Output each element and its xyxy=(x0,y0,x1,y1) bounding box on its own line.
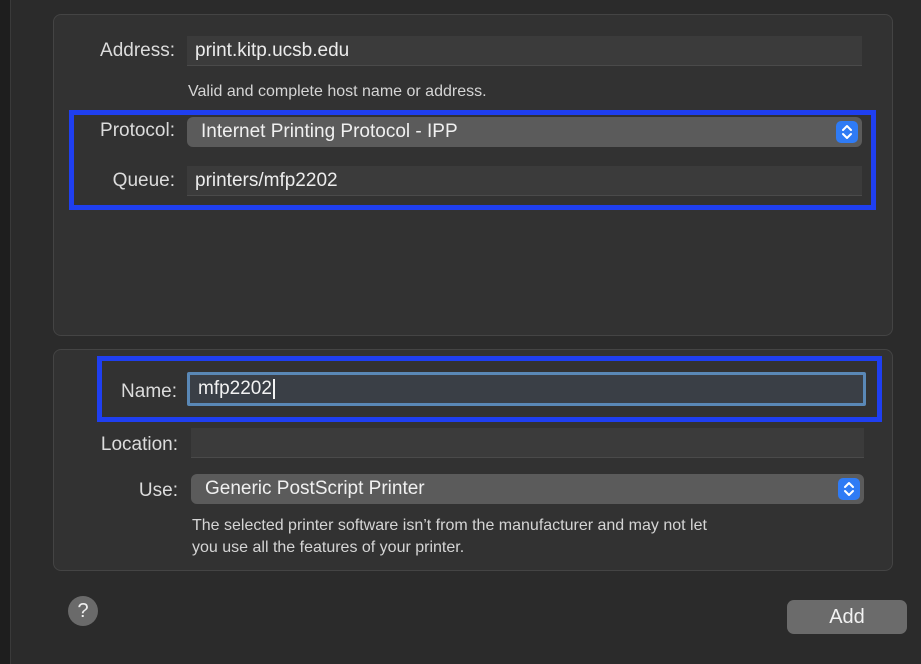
name-field[interactable]: mfp2202 xyxy=(187,372,866,406)
use-chevron-updown-icon xyxy=(838,478,860,500)
address-hint: Valid and complete host name or address. xyxy=(188,83,487,100)
protocol-chevron-updown-icon xyxy=(836,121,858,143)
use-value: Generic PostScript Printer xyxy=(205,478,425,499)
use-label: Use: xyxy=(138,480,178,501)
add-printer-window: Address: print.kitp.ucsb.edu Valid and c… xyxy=(10,0,921,664)
protocol-label: Protocol: xyxy=(100,120,175,141)
use-warning-line-2: you use all the features of your printer… xyxy=(192,539,465,556)
protocol-popup[interactable]: Internet Printing Protocol - IPP xyxy=(187,117,862,147)
use-popup[interactable]: Generic PostScript Printer xyxy=(191,474,864,504)
queue-label: Queue: xyxy=(112,170,175,191)
address-label: Address: xyxy=(100,40,175,61)
location-label: Location: xyxy=(100,434,178,455)
address-field[interactable]: print.kitp.ucsb.edu xyxy=(187,36,862,66)
use-warning-line-1: The selected printer software isn’t from… xyxy=(192,517,707,534)
protocol-value: Internet Printing Protocol - IPP xyxy=(201,121,458,142)
name-value: mfp2202 xyxy=(198,378,272,399)
location-field[interactable] xyxy=(191,428,864,458)
name-label: Name: xyxy=(121,381,177,402)
help-button[interactable]: ? xyxy=(68,596,98,626)
add-button[interactable]: Add xyxy=(787,600,907,634)
queue-field[interactable]: printers/mfp2202 xyxy=(187,166,862,196)
text-caret xyxy=(272,378,275,399)
